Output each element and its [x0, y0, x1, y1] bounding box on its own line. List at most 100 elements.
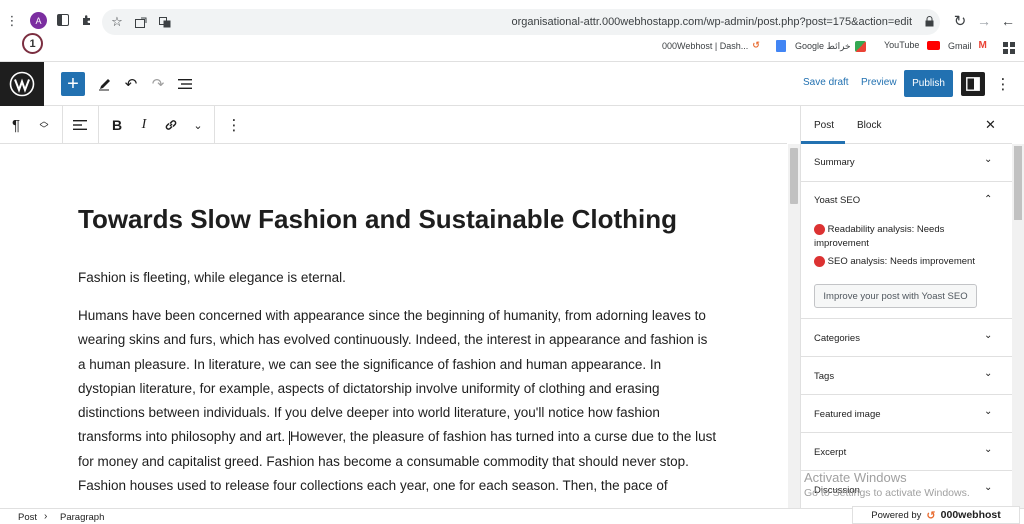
breadcrumb-post[interactable]: Post: [18, 512, 37, 523]
panel-summary[interactable]: Summary ⌄: [801, 144, 1012, 182]
tab-block[interactable]: Block: [857, 120, 881, 131]
link-icon[interactable]: [159, 113, 183, 137]
block-toolbar: ¶ ︿ ﹀ B I ⌄ ⋮: [0, 106, 787, 144]
settings-sidebar: Post Block ✕ Summary ⌄ Yoast SEO ⌃ Reada…: [800, 106, 1024, 508]
chevron-down-icon: ⌄: [984, 368, 993, 379]
seo-value: Needs improvement: [889, 256, 975, 267]
tab-post[interactable]: Post: [814, 120, 834, 131]
brand-name: 000webhost: [940, 509, 1001, 521]
sidebar-panel-icon: [966, 77, 980, 91]
panel-featured-image[interactable]: Featured image ⌄: [801, 395, 1012, 433]
menu-dots-icon[interactable]: ⋮: [6, 12, 19, 29]
panel-title: Excerpt: [814, 447, 847, 458]
powered-by-badge[interactable]: Powered by ↺ 000webhost: [852, 506, 1020, 524]
lock-icon[interactable]: [923, 14, 935, 28]
post-title[interactable]: Towards Slow Fashion and Sustainable Clo…: [78, 204, 718, 235]
options-menu-icon[interactable]: ⋮: [991, 72, 1015, 96]
browser-chrome: ⋮ A ☆ organisational-attr.000webhostapp.…: [0, 0, 1024, 62]
bold-icon[interactable]: B: [105, 113, 129, 137]
panel-tags[interactable]: Tags ⌄: [801, 357, 1012, 395]
readability-label: Readability analysis:: [827, 224, 915, 235]
chevron-up-icon[interactable]: ⌃: [984, 194, 992, 205]
sidebar-scrollbar[interactable]: [1012, 144, 1024, 508]
webhost-icon: ↺: [752, 40, 760, 50]
sad-face-icon: [814, 223, 825, 235]
paragraph-text: Humans have been concerned with appearan…: [78, 308, 708, 445]
block-options-icon[interactable]: ⋮: [222, 113, 246, 137]
bookmark-label: YouTube: [884, 40, 920, 50]
bookmark-label: 000Webhost | Dash...: [662, 40, 749, 51]
more-formats-chevron-icon[interactable]: ⌄: [186, 113, 210, 137]
italic-icon[interactable]: I: [132, 113, 156, 137]
preview-button[interactable]: Preview: [861, 77, 897, 88]
seo-analysis: SEO analysis: Needs improvement: [814, 255, 1004, 269]
url-text[interactable]: organisational-attr.000webhostapp.com/wp…: [511, 16, 912, 28]
wordpress-logo-icon[interactable]: [0, 62, 44, 106]
activate-windows-subtitle: Go to Settings to activate Windows.: [804, 487, 970, 499]
paragraph-icon[interactable]: ¶: [4, 113, 28, 137]
browser-toolbar: ⋮ A ☆ organisational-attr.000webhostapp.…: [0, 6, 1024, 36]
breadcrumb-paragraph[interactable]: Paragraph: [60, 512, 104, 523]
chevron-down-icon: ⌄: [984, 482, 993, 493]
toolbar-divider: [62, 106, 63, 144]
toolbar-divider: [214, 106, 215, 144]
maps-icon: [854, 40, 866, 52]
panel-title: Summary: [814, 157, 855, 168]
bookmarks-grid-icon[interactable]: [1001, 40, 1017, 56]
chevron-down-icon: ⌄: [984, 154, 993, 165]
panel-title: Featured image: [814, 409, 881, 420]
save-draft-button[interactable]: Save draft: [803, 77, 849, 88]
readability-analysis: Readability analysis: Needs improvement: [814, 223, 994, 251]
panel-title: Tags: [814, 371, 835, 382]
close-icon[interactable]: ✕: [985, 117, 996, 133]
bookmark-docs[interactable]: Google خرائط: [776, 40, 866, 52]
share-icon[interactable]: [134, 14, 148, 30]
settings-toggle-button[interactable]: [961, 72, 985, 96]
bookmark-webhost[interactable]: 000Webhost | Dash... ↺: [662, 40, 760, 51]
improve-yoast-button[interactable]: Improve your post with Yoast SEO: [814, 284, 977, 308]
bookmark-gmail[interactable]: Gmail M: [948, 40, 987, 51]
powered-by-label: Powered by: [871, 509, 922, 521]
chevron-right-icon: ›: [44, 511, 48, 522]
panel-title[interactable]: Yoast SEO: [814, 195, 860, 206]
panel-yoast: Yoast SEO ⌃ Readability analysis: Needs …: [801, 182, 1012, 319]
panel-categories[interactable]: Categories ⌄: [801, 319, 1012, 357]
add-block-button[interactable]: +: [61, 72, 85, 96]
publish-button[interactable]: Publish: [904, 70, 953, 97]
chevron-down-icon: ⌄: [984, 330, 993, 341]
align-left-icon[interactable]: [68, 113, 92, 137]
bookmarks-bar: 000Webhost | Dash... ↺ Google خرائط YouT…: [0, 40, 1024, 56]
scrollbar-thumb[interactable]: [790, 148, 798, 204]
chevron-down-icon: ⌄: [984, 444, 993, 455]
star-icon[interactable]: ☆: [110, 14, 124, 30]
editor-canvas[interactable]: Towards Slow Fashion and Sustainable Clo…: [0, 144, 787, 508]
redo-icon[interactable]: ↷: [146, 72, 170, 96]
seo-label: SEO analysis:: [827, 256, 888, 267]
paragraph-block[interactable]: Fashion is fleeting, while elegance is e…: [78, 266, 718, 290]
bookmark-youtube[interactable]: YouTube: [884, 40, 941, 50]
editor-scrollbar[interactable]: [788, 144, 800, 508]
document-overview-icon[interactable]: [173, 72, 197, 96]
sad-face-icon: [814, 255, 825, 267]
gmail-icon: M: [978, 40, 987, 51]
bookmark-label: Gmail: [948, 40, 972, 51]
translate-icon[interactable]: [158, 14, 172, 30]
sidebar-toggle-icon[interactable]: [55, 11, 71, 29]
tools-pencil-icon[interactable]: [93, 72, 117, 96]
forward-icon[interactable]: →: [976, 12, 992, 30]
toolbar-divider: [98, 106, 99, 144]
paragraph-block[interactable]: Humans have been concerned with appearan…: [78, 304, 718, 498]
panel-excerpt[interactable]: Excerpt ⌄: [801, 433, 1012, 471]
extensions-icon[interactable]: [79, 11, 95, 29]
undo-icon[interactable]: ↶: [119, 72, 143, 96]
move-up-down-icon[interactable]: ︿ ﹀: [32, 113, 56, 137]
reload-icon[interactable]: ↻: [952, 12, 968, 30]
webhost-logo-icon: ↺: [926, 509, 936, 522]
panel-title: Categories: [814, 333, 860, 344]
scrollbar-thumb[interactable]: [1014, 146, 1022, 220]
google-docs-icon: [776, 40, 786, 52]
profile-avatar[interactable]: A: [30, 12, 47, 29]
editor-top-toolbar: + ↶ ↷ Save draft Preview Publish ⋮: [0, 62, 1024, 106]
back-icon[interactable]: ←: [1000, 12, 1016, 30]
activate-windows-title: Activate Windows: [804, 470, 907, 485]
